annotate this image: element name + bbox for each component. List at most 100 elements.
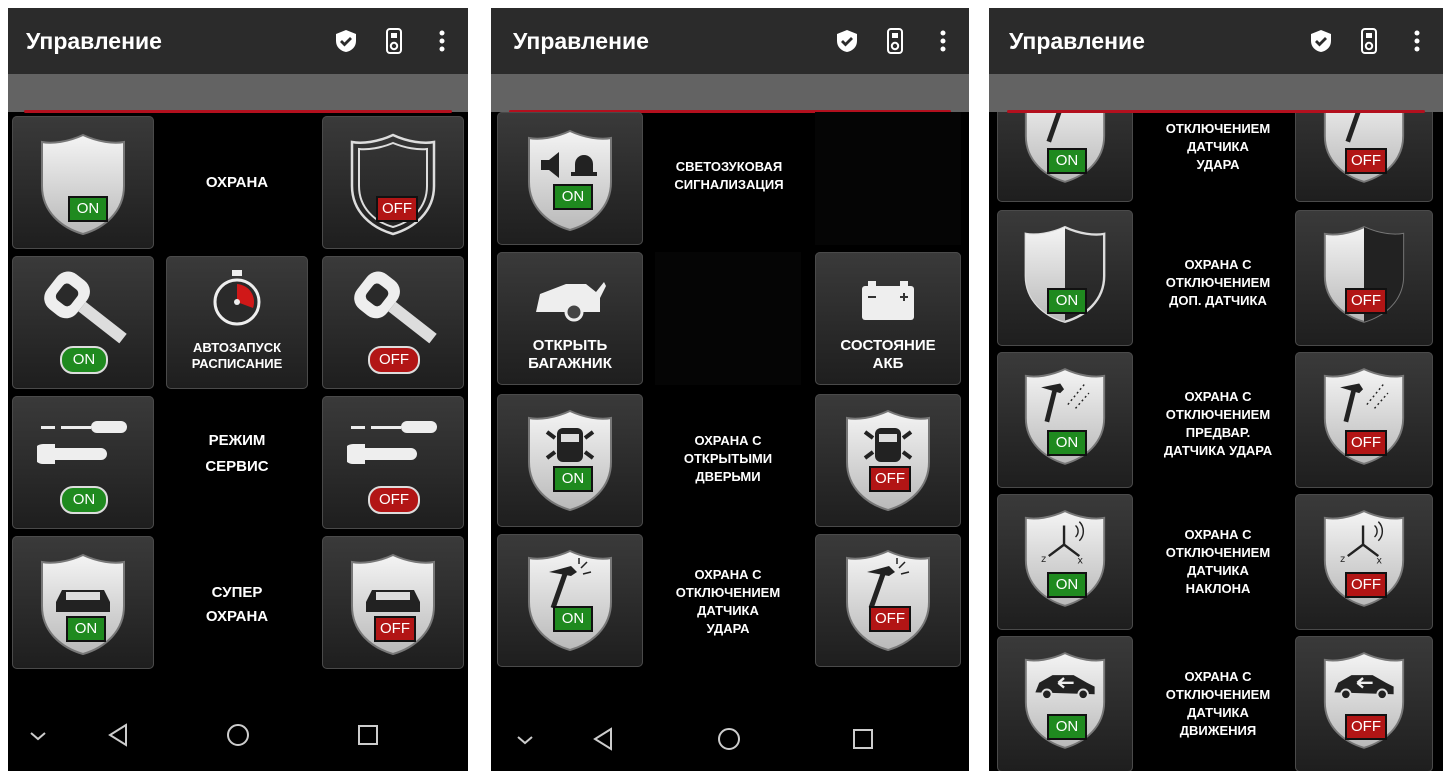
scroll-list[interactable]: ON ОТКЛЮЧЕНИЕМ ДАТЧИКА УДАРА OFF ON ОХРА… [989,112,1443,771]
car-key-icon [354,271,437,344]
on-badge: ON [1047,148,1087,174]
home-icon[interactable] [218,715,258,755]
motion-label-2: ОТКЛЮЧЕНИЕМ [1165,687,1271,702]
svg-text:z: z [1041,554,1046,565]
shock-sensor-off-button[interactable]: OFF [815,534,961,667]
tilt-label-3: ДАТЧИКА [1187,563,1249,578]
pre-shock-sensor-on-button[interactable]: ON [997,352,1133,488]
motion-label-1: ОХРАНА С [1184,669,1252,684]
shock-label-3: ДАТЧИКА [697,603,759,618]
home-icon[interactable] [709,719,749,759]
open-doors-off-button[interactable]: OFF [815,394,961,527]
recents-icon[interactable] [348,715,388,755]
doors-label-2: ОТКРЫТЫМИ [683,451,773,466]
sub-bar [989,74,1443,112]
off-badge: OFF [1345,572,1387,598]
chevron-down-icon[interactable] [505,719,545,759]
extra-label-3: ДОП. ДАТЧИКА [1169,293,1267,308]
overflow-menu-icon[interactable] [1405,26,1429,56]
off-badge: OFF [368,486,420,514]
shock-label-2: ДАТЧИКА [1187,139,1249,154]
service-on-button[interactable]: ON [12,396,154,529]
on-badge: ON [1047,430,1087,456]
autostart-label-1: АВТОЗАПУСК [192,340,282,355]
remote-key-icon[interactable] [1357,26,1381,56]
battery-icon [862,281,914,320]
accent-line [1007,110,1425,113]
key-off-button[interactable]: OFF [322,256,464,389]
svg-text:x: x [1376,556,1382,567]
open-trunk-button[interactable]: ОТКРЫТЬ БАГАЖНИК [497,252,643,385]
chevron-down-icon[interactable] [18,715,58,755]
shock-label-1: ОТКЛЮЧЕНИЕМ [1165,121,1271,136]
siren-label-1: СВЕТОЗУКОВАЯ [675,159,783,174]
sub-bar [491,74,969,112]
super-label-1: СУПЕР [211,583,263,601]
shield-siren-icon [528,129,612,232]
screen-extra-controls: Управление ON СВЕТОЗУКОВАЯ СИГНАЛИЗАЦИЯ … [491,8,969,771]
on-badge: ON [66,616,106,642]
remote-key-icon[interactable] [382,26,406,56]
extra-sensor-on-button[interactable]: ON [997,210,1133,346]
accent-line [24,110,452,113]
siren-label-2: СИГНАЛИЗАЦИЯ [674,177,784,192]
trunk-label-2: БАГАЖНИК [528,355,612,372]
shield-hammer-icon [846,549,930,652]
battery-status-button[interactable]: СОСТОЯНИЕ АКБ [815,252,961,385]
service-off-button[interactable]: OFF [322,396,464,529]
remote-key-icon[interactable] [883,26,907,56]
super-guard-on-button[interactable]: ON [12,536,154,669]
overflow-menu-icon[interactable] [430,26,454,56]
shield-check-icon[interactable] [1309,26,1333,56]
app-bar: Управление [989,8,1443,74]
motion-sensor-off-button[interactable]: OFF [1295,636,1433,771]
back-icon[interactable] [98,715,138,755]
tilt-label-4: НАКЛОНА [1185,581,1251,596]
app-bar: Управление [8,8,468,74]
wrench-screwdriver-icon [347,421,437,464]
car-trunk-icon [536,282,606,322]
super-guard-off-button[interactable]: OFF [322,536,464,669]
on-badge: ON [1047,714,1087,740]
pre-shock-sensor-off-button[interactable]: OFF [1295,352,1433,488]
on-badge: ON [60,486,108,514]
motion-sensor-on-button[interactable]: ON [997,636,1133,771]
pre-shock-label-1: ОХРАНА С [1184,389,1252,404]
siren-on-button[interactable]: ON [497,112,643,245]
wrench-screwdriver-icon [37,421,127,464]
on-badge: ON [1047,288,1087,314]
off-badge: OFF [1345,288,1387,314]
trunk-label-1: ОТКРЫТЬ [532,337,608,354]
on-badge: ON [60,346,108,374]
overflow-menu-icon[interactable] [931,26,955,56]
back-icon[interactable] [583,719,623,759]
shock-sensor-on-button[interactable]: ON [997,112,1133,202]
shock-label-2: ОТКЛЮЧЕНИЕМ [675,585,781,600]
open-doors-on-button[interactable]: ON [497,394,643,527]
guard-off-button[interactable]: OFF [322,116,464,249]
shock-sensor-on-button[interactable]: ON [497,534,643,667]
battery-label-2: АКБ [872,355,904,372]
autostart-label-2: РАСПИСАНИЕ [191,356,283,371]
stopwatch-icon [213,270,261,326]
off-badge: OFF [376,196,418,222]
tilt-sensor-on-button[interactable]: z x ON [997,494,1133,630]
off-badge: OFF [1345,714,1387,740]
service-label-2: СЕРВИС [205,457,269,475]
shield-check-icon[interactable] [835,26,859,56]
recents-icon[interactable] [843,719,883,759]
autostart-schedule-button[interactable]: АВТОЗАПУСК РАСПИСАНИЕ [166,256,308,389]
shield-check-icon[interactable] [334,26,358,56]
tilt-label-2: ОТКЛЮЧЕНИЕМ [1165,545,1271,560]
extra-sensor-off-button[interactable]: OFF [1295,210,1433,346]
empty-slot [655,252,801,385]
shock-sensor-off-button[interactable]: OFF [1295,112,1433,202]
on-badge: ON [68,196,108,222]
on-badge: ON [1047,572,1087,598]
screen-sensor-controls: Управление ON ОТКЛЮЧЕНИЕМ ДАТЧИКА УДАРА … [989,8,1443,771]
tilt-sensor-off-button[interactable]: z x OFF [1295,494,1433,630]
key-on-button[interactable]: ON [12,256,154,389]
service-label-1: РЕЖИМ [208,431,266,449]
off-badge: OFF [869,606,911,632]
guard-on-button[interactable]: ON [12,116,154,249]
